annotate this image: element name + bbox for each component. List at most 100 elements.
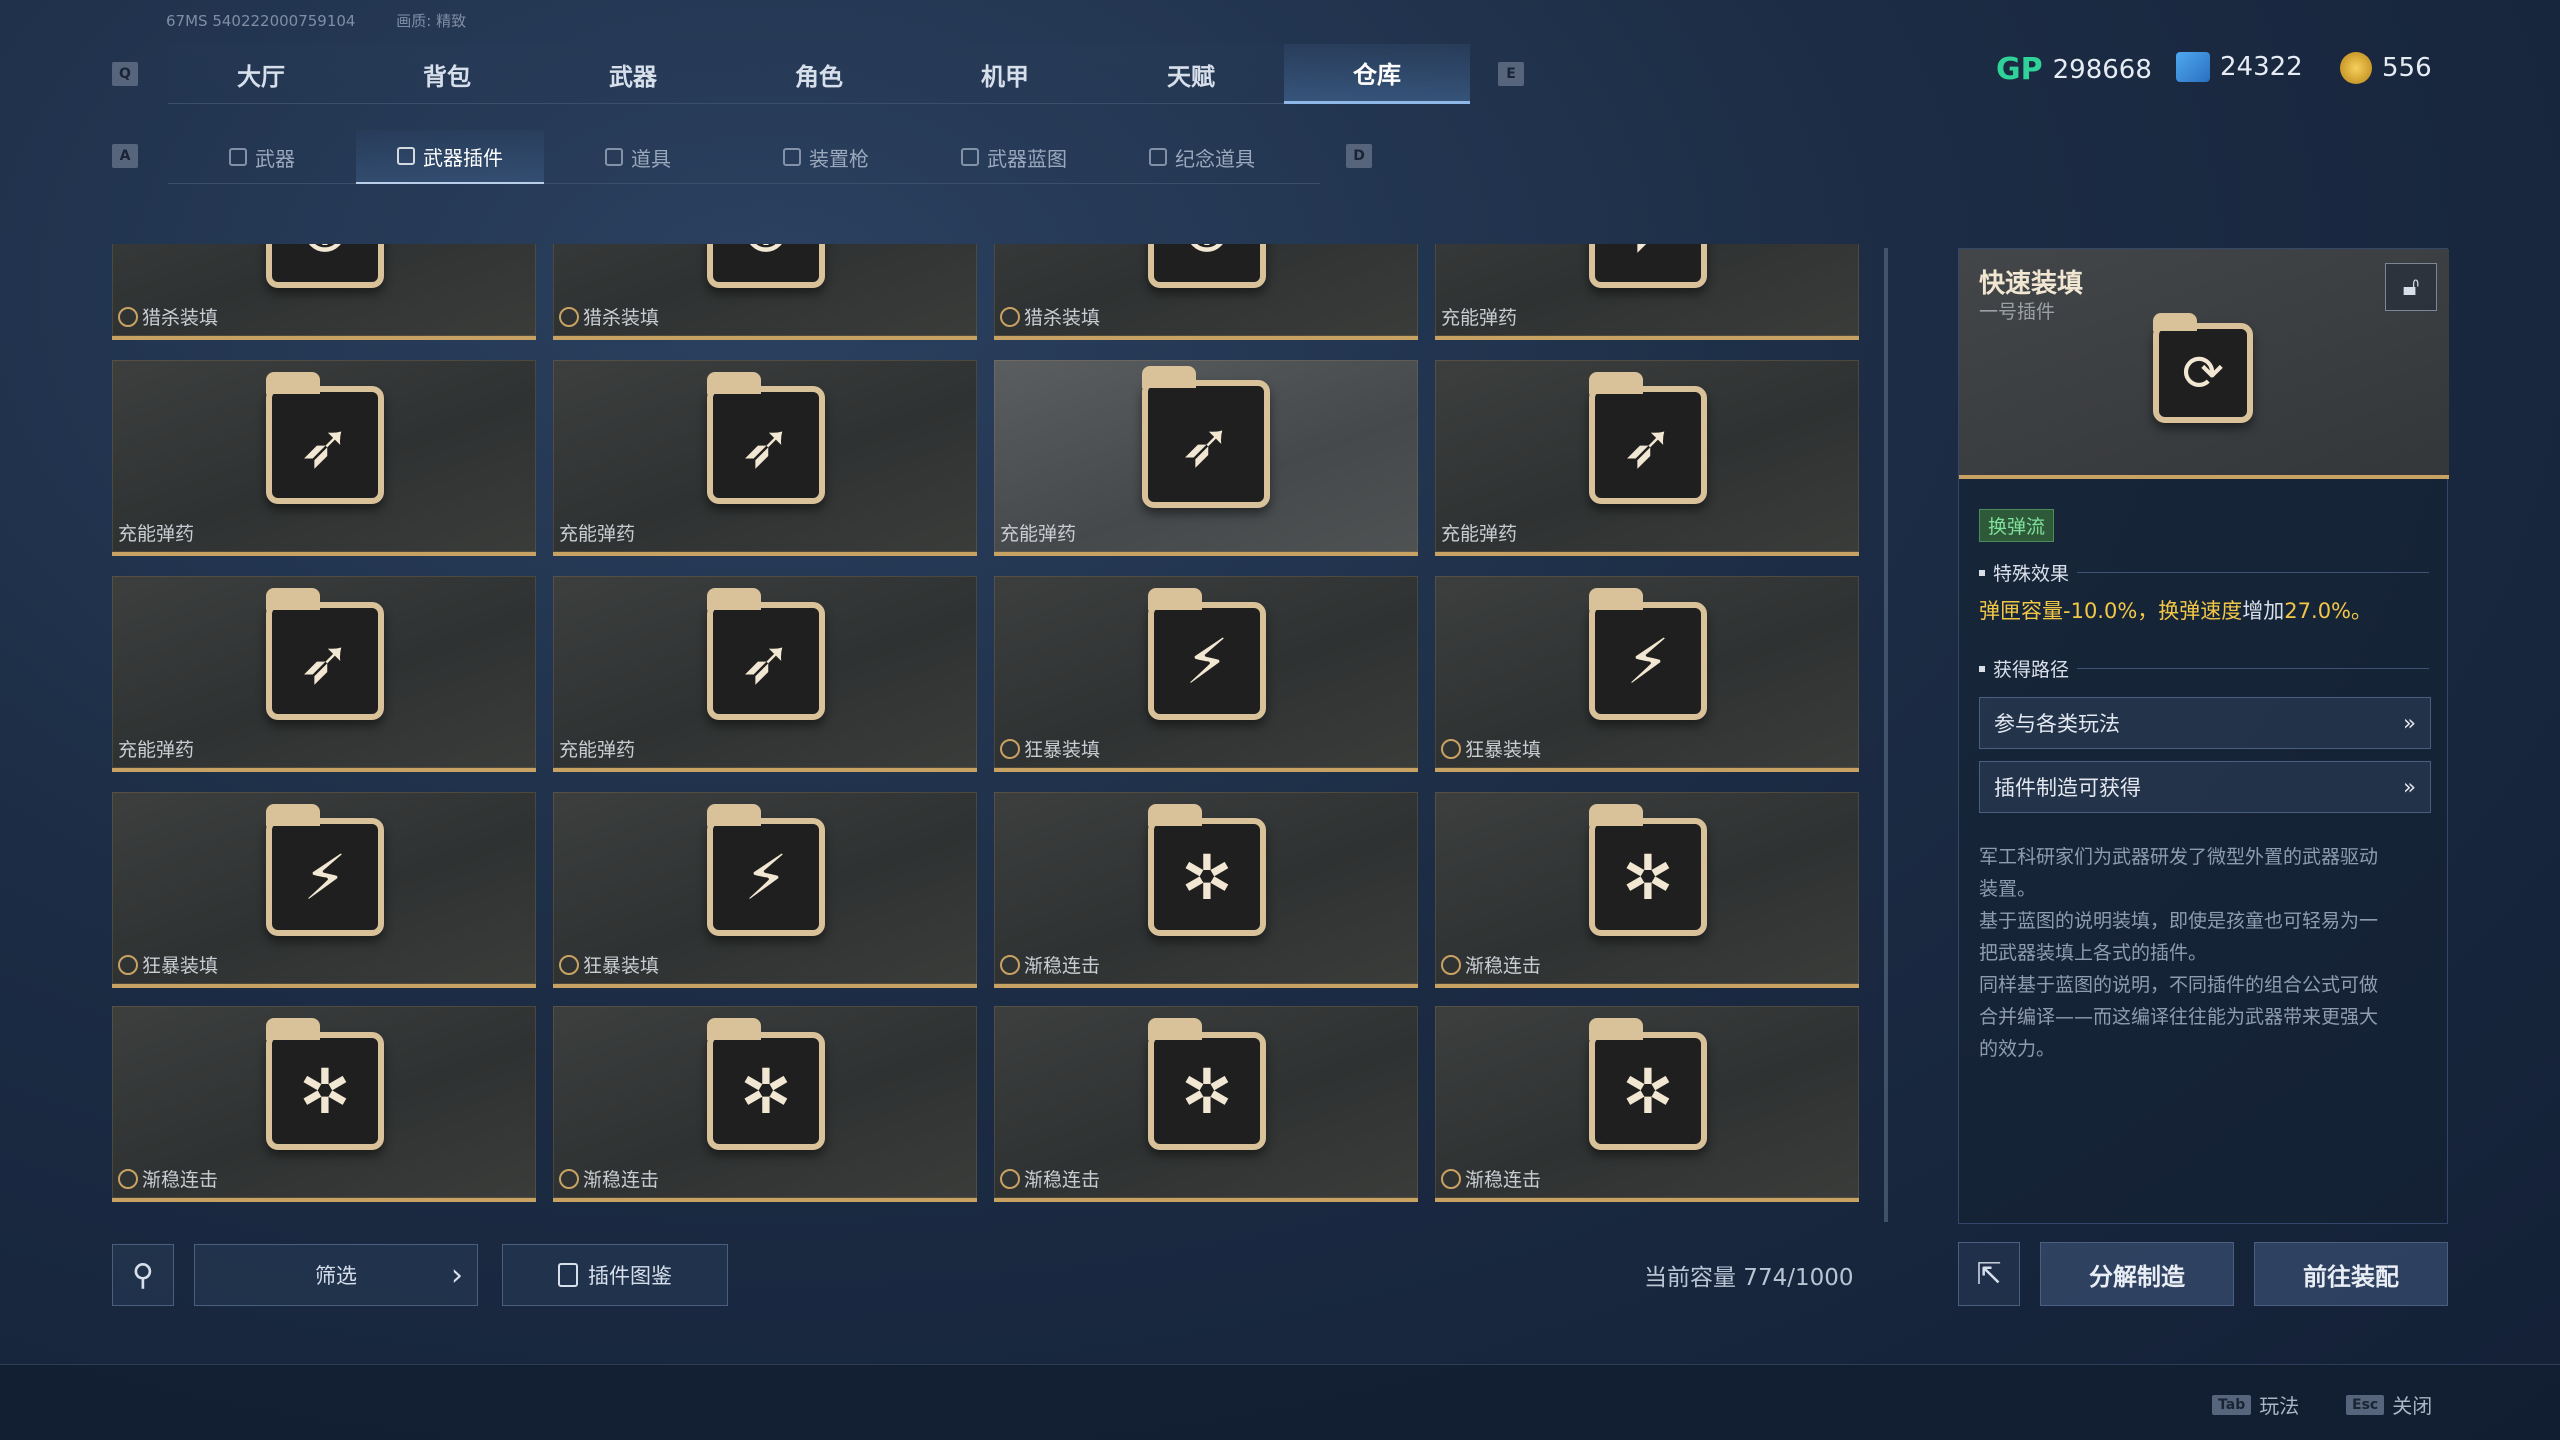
plugin-card[interactable]: ⊕ 猎杀装填 bbox=[553, 244, 977, 340]
subtab-weapons[interactable]: 武器 bbox=[168, 130, 356, 184]
quality-text: 画质: 精致 bbox=[396, 12, 467, 30]
footer-tab-hint[interactable]: Tab 玩法 bbox=[2212, 1390, 2299, 1419]
plugin-icon-frame: ➶ bbox=[1589, 372, 1707, 504]
subtab-items[interactable]: 道具 bbox=[544, 130, 732, 184]
plugin-name: 猎杀装填 bbox=[583, 307, 660, 329]
main-tab-bar: 大厅 背包 武器 角色 机甲 天赋 仓库 bbox=[168, 44, 1470, 104]
bullets-icon: ➶ bbox=[740, 624, 792, 698]
plugin-icon-frame: ➶ bbox=[266, 588, 384, 720]
route-crafting-button[interactable]: 插件制造可获得» bbox=[1979, 761, 2431, 813]
plugin-card[interactable]: ➶ 充能弹药 bbox=[112, 360, 536, 556]
subtab-souvenirs[interactable]: 纪念道具 bbox=[1108, 130, 1296, 184]
double-chevron-icon: » bbox=[2403, 775, 2416, 799]
plugin-card[interactable]: ➶ 充能弹药 bbox=[112, 576, 536, 772]
crosshair-icon: ⊕ bbox=[713, 244, 819, 282]
search-button[interactable]: ⚲ bbox=[112, 1244, 174, 1306]
set-badge-icon bbox=[1441, 1168, 1461, 1189]
detail-subtitle: 一号插件 bbox=[1979, 301, 2056, 323]
plugin-card[interactable]: ⚡ 狂暴装填 bbox=[994, 576, 1418, 772]
plugin-description: 军工科研家们为武器研发了微型外置的武器驱动 装置。 基于蓝图的说明装填，即使是孩… bbox=[1979, 846, 2379, 1060]
subtab-device-guns[interactable]: 装置枪 bbox=[732, 130, 920, 184]
tab-weapons[interactable]: 武器 bbox=[540, 44, 726, 104]
set-badge-icon bbox=[118, 306, 138, 327]
q-key-hint[interactable]: Q bbox=[112, 62, 138, 86]
esc-key: Esc bbox=[2346, 1394, 2385, 1415]
plugin-name: 充能弹药 bbox=[118, 739, 195, 761]
lock-button[interactable]: 🔓︎ bbox=[2385, 263, 2437, 311]
external-link-icon: ⇱ bbox=[1976, 1256, 2002, 1292]
plugin-card[interactable]: ⚡ 狂暴装填 bbox=[1435, 576, 1859, 772]
tab-key: Tab bbox=[2212, 1394, 2252, 1415]
coin-currency: 556 bbox=[2340, 52, 2432, 84]
plugin-icon-frame: ⊕ bbox=[266, 244, 384, 288]
plugin-card[interactable]: ➶ 充能弹药 bbox=[553, 576, 977, 772]
plugin-name: 狂暴装填 bbox=[1465, 739, 1542, 761]
plugin-catalog-button[interactable]: 插件图鉴 bbox=[502, 1244, 728, 1306]
build-info: 67MS 540222000759104 画质: 精致 bbox=[166, 10, 502, 31]
plugin-card[interactable]: ⊕ 猎杀装填 bbox=[994, 244, 1418, 340]
tab-lobby[interactable]: 大厅 bbox=[168, 44, 354, 104]
tab-mecha[interactable]: 机甲 bbox=[912, 44, 1098, 104]
set-badge-icon bbox=[1441, 738, 1461, 759]
tab-talent[interactable]: 天赋 bbox=[1098, 44, 1284, 104]
plugin-name: 充能弹药 bbox=[1000, 523, 1077, 545]
plugin-icon-frame: ✲ bbox=[266, 1018, 384, 1150]
plugin-card[interactable]: ⚡ 狂暴装填 bbox=[553, 792, 977, 988]
plugin-name: 渐稳连击 bbox=[1465, 1169, 1542, 1191]
chip-icon bbox=[397, 147, 415, 165]
souvenir-icon bbox=[1149, 148, 1167, 166]
detail-header: 快速装填 一号插件 🔓︎ ⟳ bbox=[1959, 249, 2449, 479]
route-gameplay-button[interactable]: 参与各类玩法» bbox=[1979, 697, 2431, 749]
plugin-name: 渐稳连击 bbox=[1024, 955, 1101, 977]
plugin-name: 充能弹药 bbox=[1441, 523, 1518, 545]
set-badge-icon bbox=[1000, 738, 1020, 759]
plugin-icon-frame: ➶ bbox=[1589, 244, 1707, 288]
plugin-grid: ⊕ 猎杀装填 ⊕ 猎杀装填 ⊕ 猎杀装填 ➶ 充能弹药 ➶ 充能弹药 ➶ 充能弹… bbox=[112, 244, 1862, 1204]
subtab-weapon-plugins[interactable]: 武器插件 bbox=[356, 130, 544, 184]
subtab-label: 纪念道具 bbox=[1175, 146, 1255, 171]
plugin-card-selected[interactable]: ➶ 充能弹药 bbox=[994, 360, 1418, 556]
plugin-card[interactable]: ✲ 渐稳连击 bbox=[1435, 792, 1859, 988]
a-key-hint[interactable]: A bbox=[112, 144, 138, 168]
set-badge-icon bbox=[1000, 954, 1020, 975]
shield-icon: ✲ bbox=[1181, 1054, 1233, 1128]
footer-esc-hint[interactable]: Esc 关闭 bbox=[2346, 1390, 2432, 1419]
plugin-icon-frame: ✲ bbox=[1148, 1018, 1266, 1150]
set-badge-icon bbox=[118, 1168, 138, 1189]
plugin-card[interactable]: ✲ 渐稳连击 bbox=[1435, 1006, 1859, 1202]
filter-label: 筛选 bbox=[315, 1264, 357, 1288]
shield-icon: ✲ bbox=[1622, 1054, 1674, 1128]
plugin-card[interactable]: ✲ 渐稳连击 bbox=[994, 1006, 1418, 1202]
d-key-hint[interactable]: D bbox=[1346, 144, 1372, 168]
plugin-icon-frame: ✲ bbox=[707, 1018, 825, 1150]
subtab-blueprints[interactable]: 武器蓝图 bbox=[920, 130, 1108, 184]
plugin-card[interactable]: ✲ 渐稳连击 bbox=[112, 1006, 536, 1202]
plugin-card[interactable]: ⊕ 猎杀装填 bbox=[112, 244, 536, 340]
set-badge-icon bbox=[559, 954, 579, 975]
decompose-button[interactable]: 分解制造 bbox=[2040, 1242, 2234, 1306]
tab-warehouse[interactable]: 仓库 bbox=[1284, 44, 1470, 104]
plugin-icon-frame: ⚡ bbox=[707, 804, 825, 936]
tab-characters[interactable]: 角色 bbox=[726, 44, 912, 104]
share-button[interactable]: ⇱ bbox=[1958, 1242, 2020, 1306]
filter-button[interactable]: 筛选 › bbox=[194, 1244, 478, 1306]
plugin-icon-frame: ⚡ bbox=[266, 804, 384, 936]
plugin-card[interactable]: ➶ 充能弹药 bbox=[1435, 360, 1859, 556]
go-equip-button[interactable]: 前往装配 bbox=[2254, 1242, 2448, 1306]
e-key-hint[interactable]: E bbox=[1498, 62, 1524, 86]
grid-scrollbar[interactable] bbox=[1884, 248, 1888, 1222]
plugin-card[interactable]: ✲ 渐稳连击 bbox=[994, 792, 1418, 988]
tab-backpack[interactable]: 背包 bbox=[354, 44, 540, 104]
subtab-label: 武器 bbox=[255, 146, 295, 171]
plugin-name: 狂暴装填 bbox=[142, 955, 219, 977]
plugin-icon-frame: ⚡ bbox=[1148, 588, 1266, 720]
plugin-name: 猎杀装填 bbox=[142, 307, 219, 329]
plugin-card[interactable]: ➶ 充能弹药 bbox=[1435, 244, 1859, 340]
plugin-card[interactable]: ➶ 充能弹药 bbox=[553, 360, 977, 556]
ticket-icon bbox=[2176, 52, 2210, 82]
plugin-card[interactable]: ✲ 渐稳连击 bbox=[553, 1006, 977, 1202]
shield-icon: ✲ bbox=[1181, 840, 1233, 914]
gp-currency: GP 298668 bbox=[1996, 52, 2152, 87]
plugin-card[interactable]: ⚡ 狂暴装填 bbox=[112, 792, 536, 988]
set-badge-icon bbox=[1000, 1168, 1020, 1189]
